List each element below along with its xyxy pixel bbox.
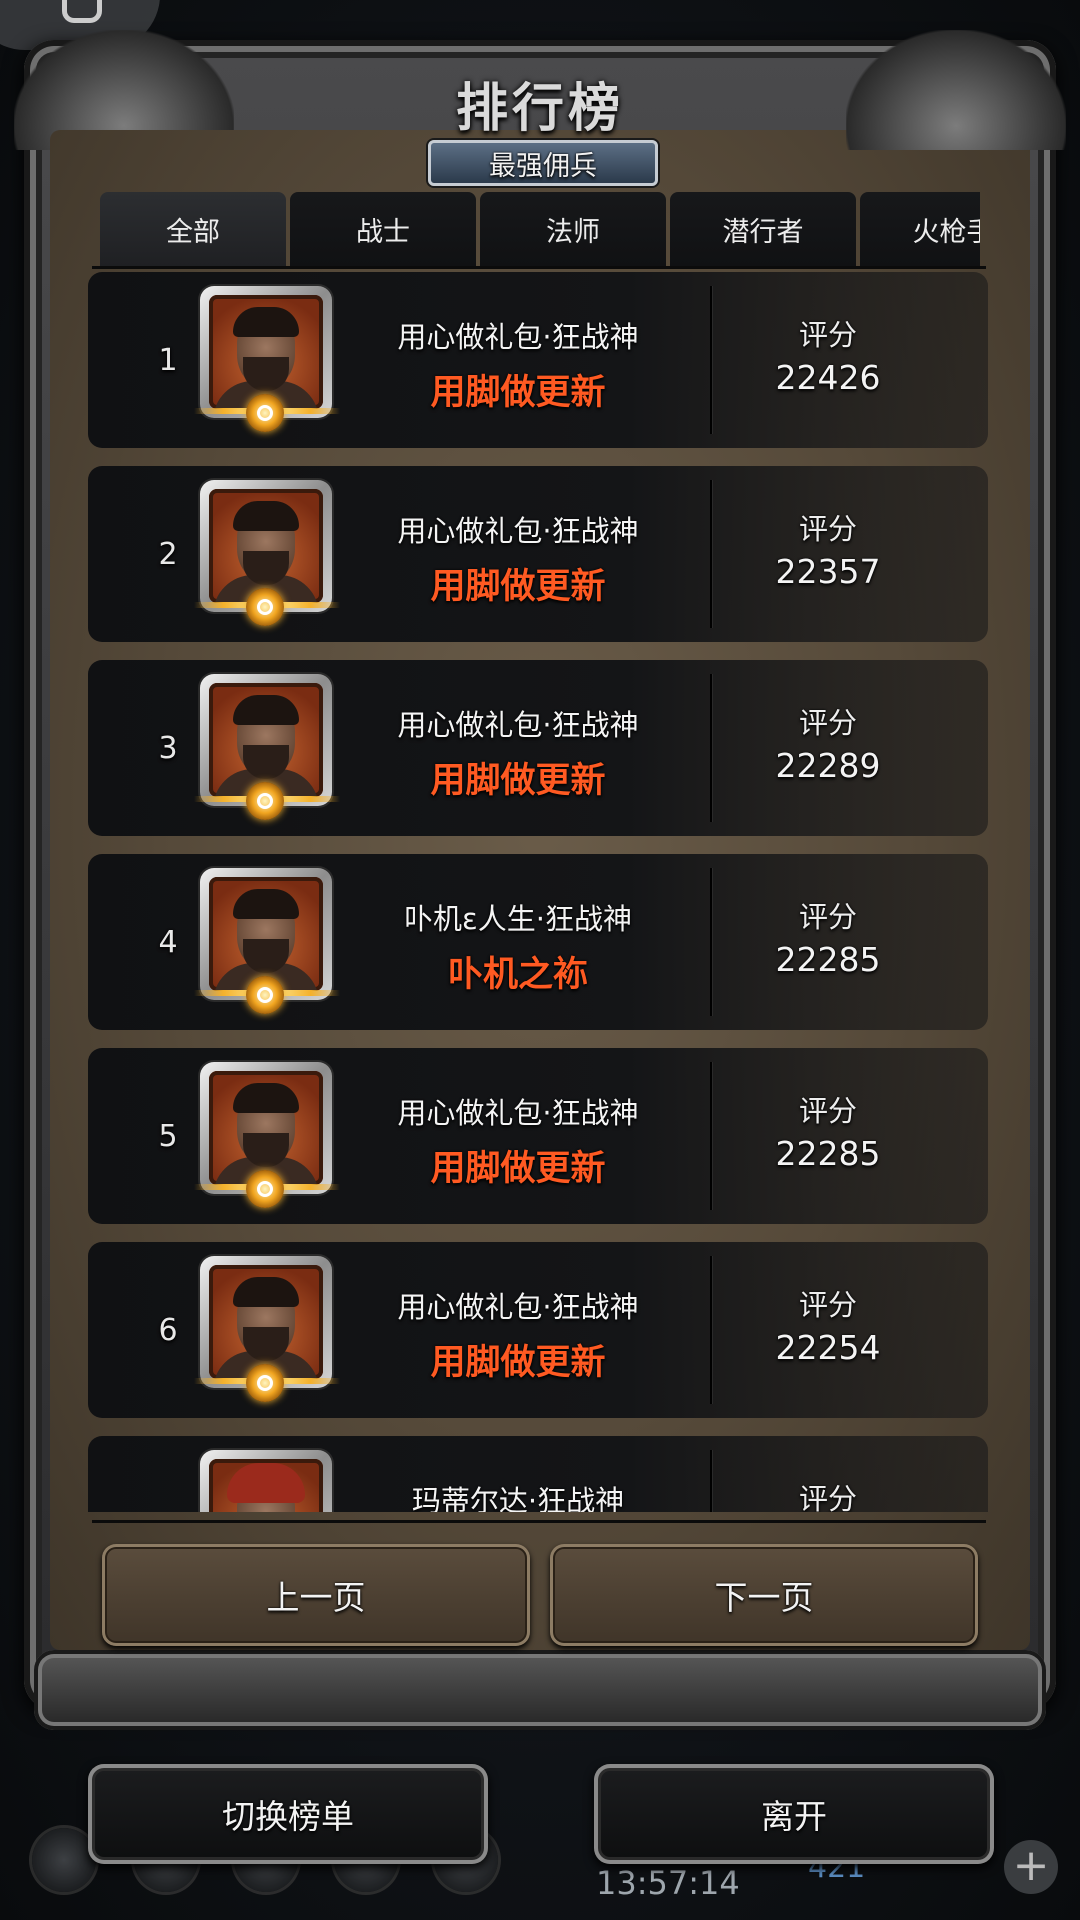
- panel-bottom-ornament: [34, 1650, 1046, 1730]
- divider: [710, 1062, 712, 1210]
- guild-name: 用脚做更新: [430, 1149, 606, 1189]
- score-value: 22285: [775, 1134, 881, 1173]
- rank-number: [148, 1436, 188, 1512]
- ranking-row[interactable]: 4 卟机ε人生·狂战神 卟机之袮 评分 22285: [88, 854, 988, 1030]
- rank-number: 1: [158, 342, 178, 378]
- divider: [710, 1256, 712, 1404]
- player-name: 卟机ε人生·狂战神: [404, 902, 632, 936]
- star-badge-icon: [246, 394, 284, 432]
- guild-name: 用脚做更新: [430, 567, 606, 607]
- player-name: 用心做礼包·狂战神: [397, 320, 639, 354]
- bag-icon: [62, 0, 102, 23]
- player-name: 用心做礼包·狂战神: [397, 514, 639, 548]
- score-value: 22285: [775, 940, 881, 979]
- score-label: 评分: [798, 900, 857, 934]
- score-label: 评分: [798, 1288, 857, 1322]
- tab-mage[interactable]: 法师: [480, 192, 666, 266]
- tab-warrior[interactable]: 战士: [290, 192, 476, 266]
- add-icon[interactable]: +: [1004, 1840, 1058, 1894]
- page-title: 排行榜: [455, 79, 624, 139]
- ranking-row[interactable]: 玛蒂尔达·狂战神 评分: [88, 1436, 988, 1512]
- score-value: 22426: [775, 358, 881, 397]
- ranking-row[interactable]: 3 用心做礼包·狂战神 用脚做更新 评分 22289: [88, 660, 988, 836]
- star-badge-icon: [246, 1364, 284, 1402]
- divider: [710, 674, 712, 822]
- star-badge-icon: [246, 1170, 284, 1208]
- ranking-list[interactable]: 1 用心做礼包·狂战神 用脚做更新 评分 22426 2 用心做礼包·狂战神 用…: [88, 272, 988, 1512]
- hero-portrait: [194, 480, 340, 628]
- rank-number: 3: [158, 730, 178, 766]
- gear-icon[interactable]: [32, 1828, 96, 1892]
- hero-portrait: [194, 674, 340, 822]
- rank-number: 4: [158, 924, 178, 960]
- score-label: 评分: [798, 318, 857, 352]
- hero-portrait: [194, 286, 340, 434]
- player-name: 用心做礼包·狂战神: [397, 1290, 639, 1324]
- leaderboard-subtitle: 最强佣兵: [428, 140, 658, 186]
- divider: [710, 1450, 712, 1512]
- divider: [710, 480, 712, 628]
- divider: [92, 1520, 986, 1523]
- hero-portrait: [194, 1062, 340, 1210]
- star-badge-icon: [246, 588, 284, 626]
- divider: [92, 266, 986, 269]
- guild-name: 用脚做更新: [430, 761, 606, 801]
- player-name: 用心做礼包·狂战神: [397, 708, 639, 742]
- ranking-row[interactable]: 6 用心做礼包·狂战神 用脚做更新 评分 22254: [88, 1242, 988, 1418]
- ranking-row[interactable]: 2 用心做礼包·狂战神 用脚做更新 评分 22357: [88, 466, 988, 642]
- ranking-row[interactable]: 5 用心做礼包·狂战神 用脚做更新 评分 22285: [88, 1048, 988, 1224]
- guild-name: 用脚做更新: [430, 373, 606, 413]
- rank-number: 5: [158, 1118, 178, 1154]
- divider: [710, 868, 712, 1016]
- score-value: 22357: [775, 552, 881, 591]
- hero-portrait: [194, 1256, 340, 1404]
- score-value: 22289: [775, 746, 881, 785]
- player-name: 玛蒂尔达·狂战神: [411, 1484, 625, 1512]
- score-label: 评分: [798, 706, 857, 740]
- tab-rogue[interactable]: 潜行者: [670, 192, 856, 266]
- clock-display: 13:57:14: [596, 1864, 740, 1902]
- rank-number: 2: [158, 536, 178, 572]
- hero-portrait: [194, 868, 340, 1016]
- player-name: 用心做礼包·狂战神: [397, 1096, 639, 1130]
- rank-number: 6: [158, 1312, 178, 1348]
- leave-button[interactable]: 离开: [594, 1764, 994, 1864]
- tab-all[interactable]: 全部: [100, 192, 286, 266]
- guild-name: 卟机之袮: [447, 955, 588, 995]
- ranking-row[interactable]: 1 用心做礼包·狂战神 用脚做更新 评分 22426: [88, 272, 988, 448]
- star-badge-icon: [246, 976, 284, 1014]
- star-badge-icon: [246, 782, 284, 820]
- prev-page-button[interactable]: 上一页: [102, 1544, 530, 1646]
- guild-name: 用脚做更新: [430, 1343, 606, 1383]
- class-tabs: 全部 战士 法师 潜行者 火枪手: [100, 192, 980, 266]
- score-label: 评分: [798, 1094, 857, 1128]
- score-label: 评分: [798, 1482, 857, 1512]
- hero-portrait: [200, 1450, 336, 1512]
- next-page-button[interactable]: 下一页: [550, 1544, 978, 1646]
- tab-gunner[interactable]: 火枪手: [860, 192, 980, 266]
- score-label: 评分: [798, 512, 857, 546]
- switch-leaderboard-button[interactable]: 切换榜单: [88, 1764, 488, 1864]
- divider: [710, 286, 712, 434]
- score-value: 22254: [775, 1328, 881, 1367]
